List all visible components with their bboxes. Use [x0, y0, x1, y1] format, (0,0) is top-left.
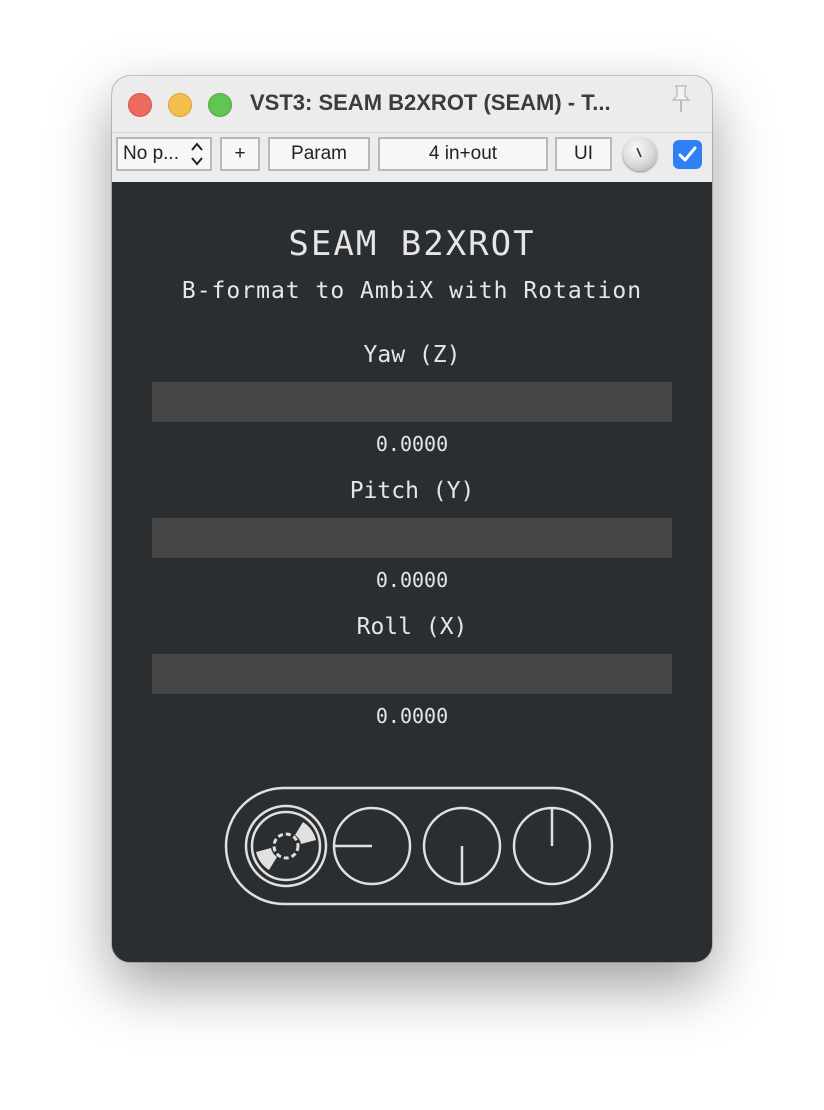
- ambisonic-logo-icon: [244, 804, 328, 888]
- plugin-window: VST3: SEAM B2XROT (SEAM) - T... No p... …: [112, 76, 712, 962]
- io-config-button[interactable]: 4 in+out: [378, 137, 548, 171]
- gain-knob-icon[interactable]: [623, 137, 657, 171]
- pin-icon[interactable]: [668, 84, 694, 114]
- plugin-title: SEAM B2XROT: [288, 224, 536, 264]
- roll-slider[interactable]: [152, 654, 672, 694]
- yaw-label: Yaw (Z): [363, 342, 461, 368]
- pitch-dial-icon: [422, 806, 502, 886]
- preset-select-label: No p...: [123, 143, 179, 164]
- pitch-slider[interactable]: [152, 518, 672, 558]
- yaw-value: 0.0000: [375, 432, 449, 456]
- plugin-panel: SEAM B2XROT B-format to AmbiX with Rotat…: [112, 182, 712, 962]
- pitch-value: 0.0000: [375, 568, 449, 592]
- close-button[interactable]: [128, 93, 152, 117]
- rotation-icons: [224, 786, 614, 906]
- add-preset-button[interactable]: +: [220, 137, 260, 171]
- yaw-dial-icon: [332, 806, 412, 886]
- checkmark-icon: [678, 146, 697, 162]
- preset-select[interactable]: No p...: [116, 137, 212, 171]
- ui-button[interactable]: UI: [555, 137, 612, 171]
- title-bar[interactable]: VST3: SEAM B2XROT (SEAM) - T...: [112, 76, 712, 133]
- roll-label: Roll (X): [356, 614, 468, 640]
- pitch-label: Pitch (Y): [349, 478, 475, 504]
- roll-value: 0.0000: [375, 704, 449, 728]
- param-button[interactable]: Param: [268, 137, 370, 171]
- plugin-subtitle: B-format to AmbiX with Rotation: [181, 278, 643, 304]
- maximize-button[interactable]: [208, 93, 232, 117]
- bypass-checkbox[interactable]: [673, 140, 702, 169]
- yaw-slider[interactable]: [152, 382, 672, 422]
- window-title: VST3: SEAM B2XROT (SEAM) - T...: [250, 90, 611, 115]
- updown-chevron-icon: [190, 140, 204, 169]
- host-toolbar: No p... + Param 4 in+out UI: [112, 133, 712, 182]
- minimize-button[interactable]: [168, 93, 192, 117]
- roll-dial-icon: [512, 806, 592, 886]
